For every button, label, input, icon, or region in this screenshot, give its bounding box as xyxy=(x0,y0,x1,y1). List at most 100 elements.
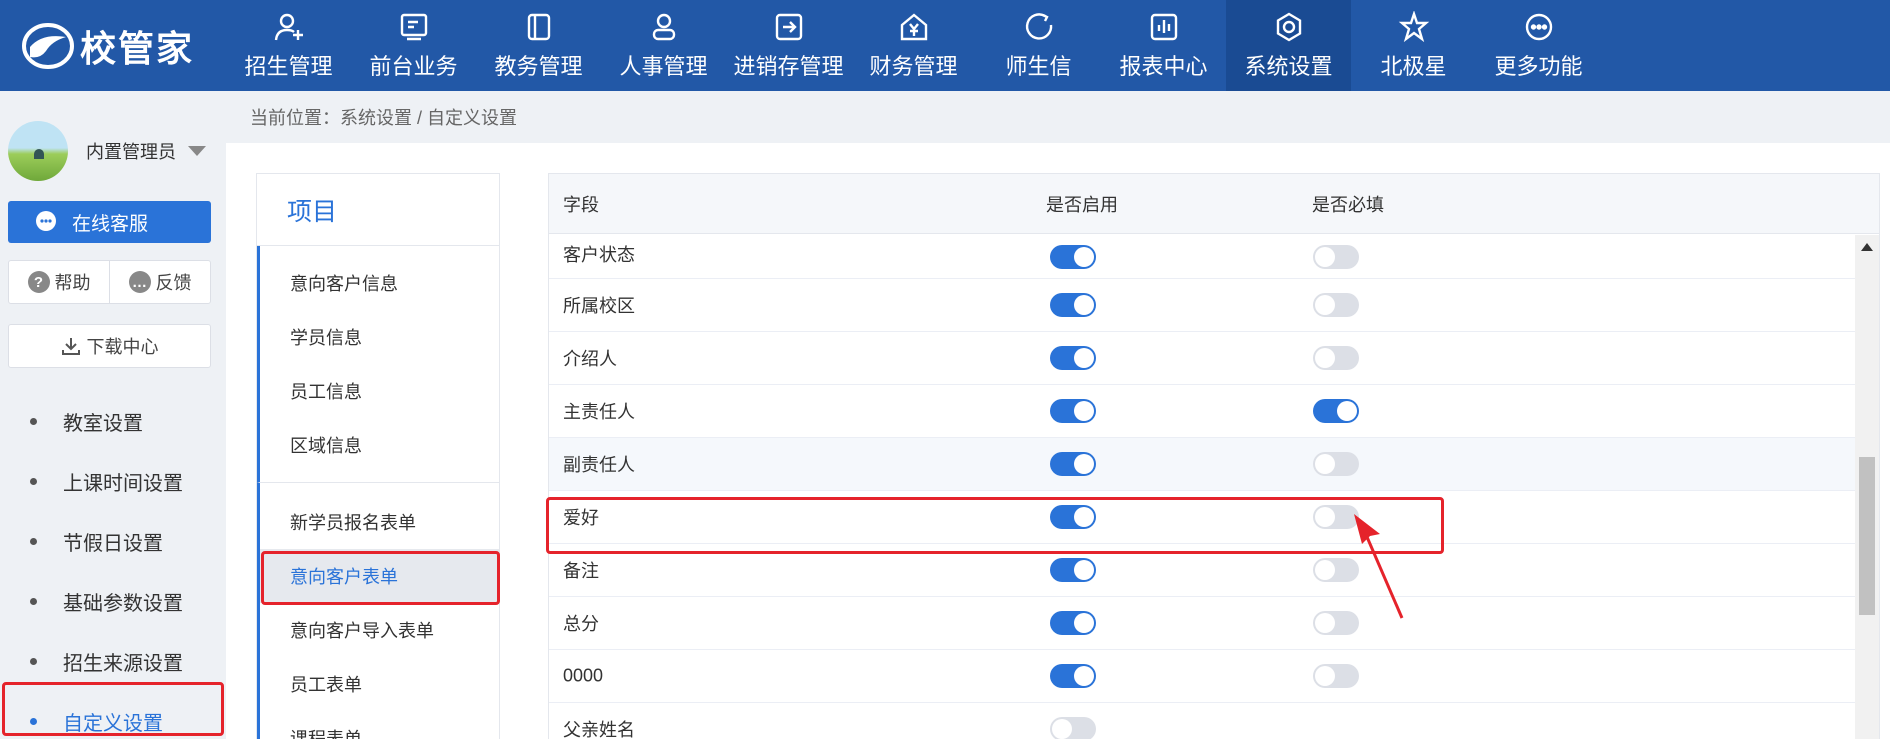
chat-bubble-icon xyxy=(36,211,56,231)
project-item[interactable]: 意向客户信息 xyxy=(260,256,499,310)
table-row: 所属校区 xyxy=(549,279,1855,332)
table-row: 0000 xyxy=(549,650,1855,703)
help-feedback-row: ? 帮助 … 反馈 xyxy=(8,260,211,304)
table-header: 字段 是否启用 是否必填 xyxy=(549,174,1879,234)
left-sidebar: 内置管理员 在线客服 ? 帮助 … 反馈 下载中心 教室设置 上课时间设置 节假… xyxy=(0,91,226,739)
required-toggle[interactable] xyxy=(1313,664,1359,688)
nav-item-polaris[interactable]: 北极星 xyxy=(1351,0,1476,91)
field-name: 介绍人 xyxy=(563,349,617,369)
required-toggle[interactable] xyxy=(1313,293,1359,317)
question-icon: ? xyxy=(27,271,50,293)
gear-icon xyxy=(1276,12,1301,41)
required-toggle[interactable] xyxy=(1313,452,1359,476)
field-name: 父亲姓名 xyxy=(563,720,635,739)
user-add-icon xyxy=(274,13,303,40)
project-group-forms: 新学员报名表单 意向客户表单 意向客户导入表单 员工表单 课程表单 xyxy=(257,483,499,739)
project-item[interactable]: 学员信息 xyxy=(260,310,499,364)
table-row: 父亲姓名 xyxy=(549,703,1855,739)
bullet-icon xyxy=(30,597,37,605)
field-name: 客户状态 xyxy=(563,245,635,265)
nav-item-academic[interactable]: 教务管理 xyxy=(476,0,601,91)
table-row: 客户状态 xyxy=(549,235,1855,279)
annotation-arrow-icon xyxy=(1354,514,1404,619)
project-item[interactable]: 课程表单 xyxy=(260,711,499,739)
project-panel-title: 项目 xyxy=(257,174,499,246)
nav-item-hr[interactable]: 人事管理 xyxy=(601,0,726,91)
person-icon xyxy=(652,13,675,40)
side-item-classroom[interactable]: 教室设置 xyxy=(0,391,226,451)
arrow-box-icon xyxy=(775,13,802,40)
nav-item-finance[interactable]: 财务管理 xyxy=(851,0,976,91)
help-button[interactable]: ? 帮助 xyxy=(9,261,110,303)
side-item-class-time[interactable]: 上课时间设置 xyxy=(0,451,226,511)
online-service-label: 在线客服 xyxy=(72,213,149,235)
table-row: 副责任人 xyxy=(549,438,1855,491)
help-label: 帮助 xyxy=(54,273,91,293)
enabled-toggle[interactable] xyxy=(1050,293,1096,317)
side-item-basic-params[interactable]: 基础参数设置 xyxy=(0,571,226,631)
project-panel: 项目 意向客户信息 学员信息 员工信息 区域信息 新学员报名表单 意向客户表单 … xyxy=(256,173,500,739)
table-body: 客户状态 所属校区 介绍人 主责任人 副责任人 爱好 备注 总分 0000 父亲… xyxy=(549,235,1855,739)
enabled-toggle[interactable] xyxy=(1050,452,1096,476)
feedback-icon: … xyxy=(128,271,151,293)
nav-item-reports[interactable]: 报表中心 xyxy=(1101,0,1226,91)
brand-logo[interactable]: 校管家 xyxy=(0,0,226,91)
project-item[interactable]: 员工表单 xyxy=(260,657,499,711)
enabled-toggle[interactable] xyxy=(1050,245,1096,269)
enabled-toggle[interactable] xyxy=(1050,664,1096,688)
header-field: 字段 xyxy=(563,194,599,215)
field-name: 0000 xyxy=(563,665,604,686)
project-item[interactable]: 员工信息 xyxy=(260,364,499,418)
breadcrumb: 当前位置：系统设置 / 自定义设置 xyxy=(226,91,1890,143)
highlight-box-project xyxy=(261,551,500,605)
download-center-label: 下载中心 xyxy=(86,337,159,357)
nav-item-enrollment[interactable]: 招生管理 xyxy=(226,0,351,91)
nav-item-more[interactable]: 更多功能 xyxy=(1476,0,1601,91)
download-center-button[interactable]: 下载中心 xyxy=(8,324,211,368)
highlight-box-row xyxy=(546,497,1444,554)
chevron-down-icon xyxy=(188,146,206,156)
project-item[interactable]: 区域信息 xyxy=(260,418,499,472)
field-settings-table: 字段 是否启用 是否必填 客户状态 所属校区 介绍人 主责任人 副责任人 爱好 … xyxy=(548,173,1880,739)
enabled-toggle[interactable] xyxy=(1050,717,1096,739)
field-name: 总分 xyxy=(563,614,599,634)
table-scrollbar[interactable] xyxy=(1855,235,1879,739)
yen-house-icon xyxy=(900,12,927,40)
nav-item-inventory[interactable]: 进销存管理 xyxy=(726,0,851,91)
nav-item-front-desk[interactable]: 前台业务 xyxy=(351,0,476,91)
main-content: 项目 意向客户信息 学员信息 员工信息 区域信息 新学员报名表单 意向客户表单 … xyxy=(226,143,1890,739)
brand-name: 校管家 xyxy=(80,27,195,69)
table-row: 总分 xyxy=(549,597,1855,650)
user-menu[interactable]: 内置管理员 xyxy=(8,121,206,181)
star-icon xyxy=(1398,10,1429,42)
bullet-icon xyxy=(30,657,37,665)
bar-chart-icon xyxy=(1150,13,1177,40)
table-row: 介绍人 xyxy=(549,332,1855,385)
screen-icon xyxy=(400,13,427,40)
project-item[interactable]: 新学员报名表单 xyxy=(260,495,499,549)
enabled-toggle[interactable] xyxy=(1050,399,1096,423)
required-toggle[interactable] xyxy=(1313,245,1359,269)
nav-item-system-settings[interactable]: 系统设置 xyxy=(1226,0,1351,91)
enabled-toggle[interactable] xyxy=(1050,558,1096,582)
table-row: 主责任人 xyxy=(549,385,1855,438)
project-group-info: 意向客户信息 学员信息 员工信息 区域信息 xyxy=(257,246,499,483)
scroll-thumb[interactable] xyxy=(1859,457,1875,615)
download-icon xyxy=(61,338,80,355)
field-name: 所属校区 xyxy=(563,296,635,316)
bullet-icon xyxy=(30,417,37,425)
required-toggle[interactable] xyxy=(1313,346,1359,370)
breadcrumb-text: 当前位置：系统设置 / 自定义设置 xyxy=(250,108,518,128)
scroll-up-icon[interactable] xyxy=(1861,243,1873,251)
side-item-holiday[interactable]: 节假日设置 xyxy=(0,511,226,571)
avatar xyxy=(8,121,68,181)
enabled-toggle[interactable] xyxy=(1050,346,1096,370)
nav-item-messages[interactable]: 师生信 xyxy=(976,0,1101,91)
online-service-button[interactable]: 在线客服 xyxy=(8,201,211,243)
enabled-toggle[interactable] xyxy=(1050,611,1096,635)
logo-icon xyxy=(22,22,74,69)
required-toggle[interactable] xyxy=(1313,399,1359,423)
feedback-button[interactable]: … 反馈 xyxy=(110,261,210,303)
project-item[interactable]: 意向客户导入表单 xyxy=(260,603,499,657)
header-required: 是否必填 xyxy=(1312,194,1384,215)
